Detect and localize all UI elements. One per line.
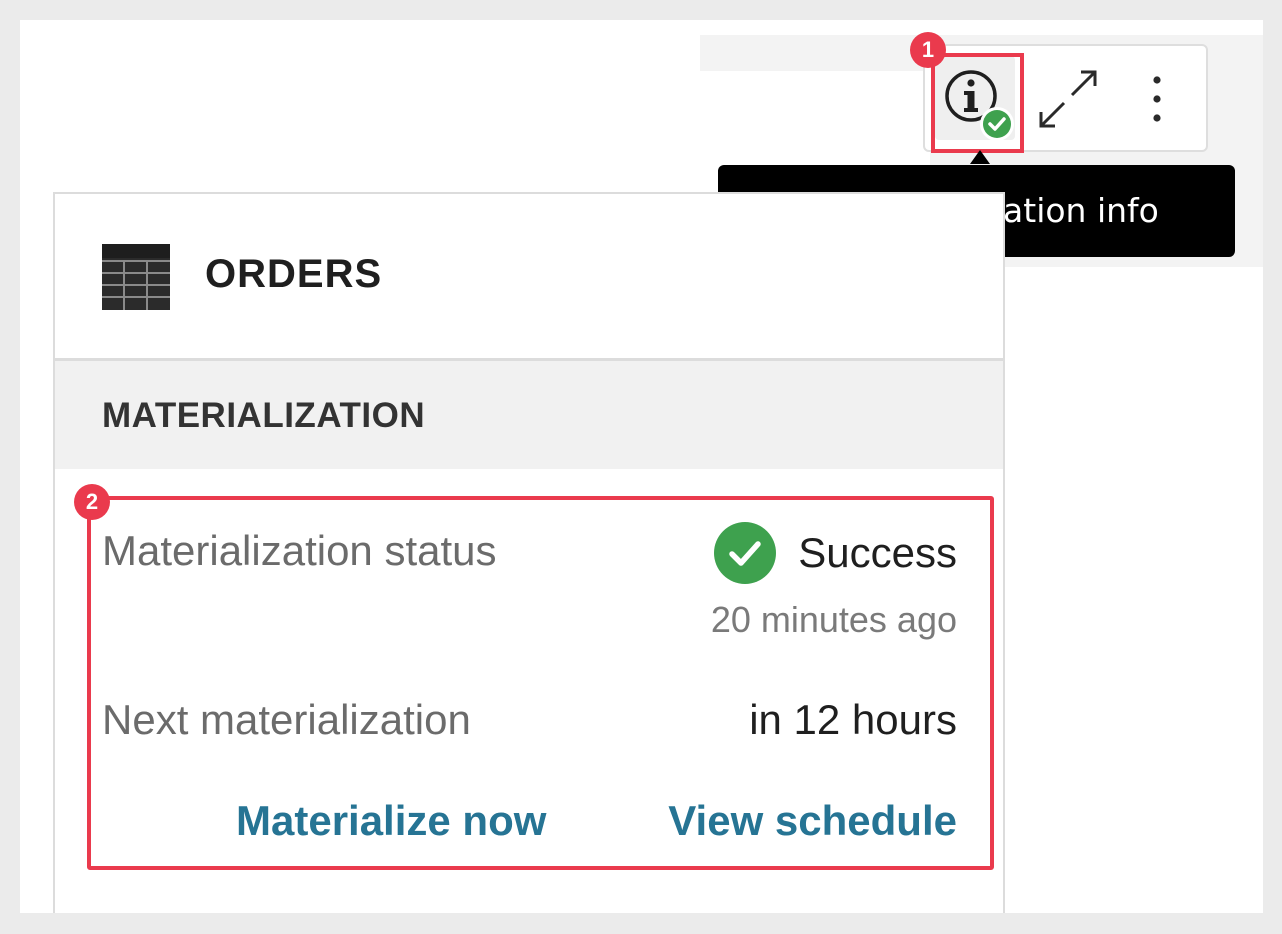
info-button-highlight [931, 53, 1024, 153]
card-header: ORDERS [55, 194, 1003, 361]
section-header: MATERIALIZATION [55, 361, 1003, 469]
callout-badge-2: 2 [74, 484, 110, 520]
table-icon [102, 244, 170, 310]
screenshot-canvas: 1 View materialization info ORDERS MATER… [20, 20, 1263, 913]
more-options-button[interactable] [1135, 66, 1179, 132]
section-title: MATERIALIZATION [102, 396, 426, 435]
tooltip-caret [970, 150, 990, 164]
more-vertical-icon [1153, 76, 1161, 122]
card-title: ORDERS [205, 252, 383, 296]
expand-button[interactable] [1035, 66, 1101, 132]
expand-icon [1039, 70, 1097, 128]
callout-badge-1: 1 [910, 32, 946, 68]
materialization-details-highlight [87, 496, 994, 870]
